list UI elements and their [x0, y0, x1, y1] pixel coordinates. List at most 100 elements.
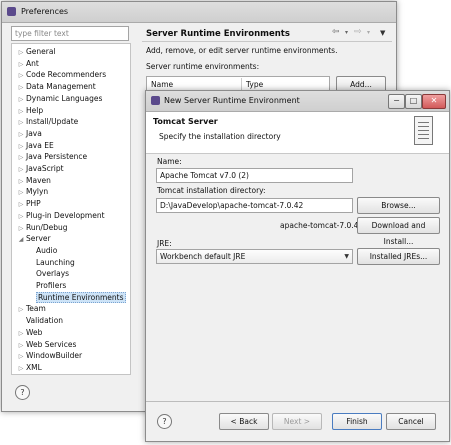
- tree-item-ant[interactable]: ▷ Ant: [16, 58, 39, 70]
- tree-item-data-management[interactable]: ▷ Data Management: [16, 81, 96, 93]
- tree-item-audio[interactable]: Audio: [36, 245, 57, 257]
- tree-item-web[interactable]: ▷ Web: [16, 327, 43, 339]
- tree-item-label: Plug-in Development: [26, 210, 105, 220]
- tree-item-label: Help: [26, 105, 44, 115]
- tree-item-label: Run/Debug: [26, 222, 68, 232]
- tree-item-label: JavaScript: [26, 164, 64, 173]
- tree-item-label: Mylyn: [26, 187, 49, 197]
- jre-label: JRE:: [157, 239, 172, 248]
- forward-nav-menu-icon[interactable]: ▾: [367, 27, 373, 38]
- tree-item-label: Java: [26, 128, 42, 138]
- tree-item-validation[interactable]: Validation: [16, 315, 63, 327]
- chevron-down-icon: ▼: [344, 253, 349, 260]
- column-header-type[interactable]: Type: [246, 80, 263, 89]
- install-dir-label: Tomcat installation directory:: [157, 186, 266, 195]
- install-dir-field[interactable]: D:\JavaDevelop\apache-tomcat-7.0.42: [156, 198, 353, 213]
- tree-item-plug-in-development[interactable]: ▷ Plug-in Development: [16, 210, 105, 222]
- tree-item-label: Java Persistence: [26, 152, 88, 162]
- tree-item-label: Java EE: [26, 140, 54, 150]
- back-button[interactable]: < Back: [219, 413, 269, 430]
- filter-placeholder: type filter text: [15, 29, 69, 38]
- tree-item-general[interactable]: ▷ General: [16, 46, 56, 58]
- install-dir-value: D:\JavaDevelop\apache-tomcat-7.0.42: [160, 201, 304, 210]
- tree-item-dynamic-languages[interactable]: ▷ Dynamic Languages: [16, 93, 103, 105]
- tree-item-label: XML: [26, 362, 42, 372]
- tree-item-overlays[interactable]: Overlays: [36, 268, 69, 280]
- wizard-header-title: Tomcat Server: [153, 117, 218, 126]
- dialog-app-icon: [151, 96, 160, 105]
- finish-button[interactable]: Finish: [332, 413, 382, 430]
- tree-item-windowbuilder[interactable]: ▷ WindowBuilder: [16, 350, 82, 362]
- name-field[interactable]: Apache Tomcat v7.0 (2): [156, 168, 353, 183]
- view-menu-icon[interactable]: ▼: [380, 27, 388, 38]
- page-title-divider: [142, 41, 392, 42]
- tree-item-maven[interactable]: ▷ Maven: [16, 175, 51, 187]
- close-button[interactable]: ✕: [422, 94, 446, 109]
- tree-item-run-debug[interactable]: ▷ Run/Debug: [16, 222, 68, 234]
- wizard-header-description: Specify the installation directory: [159, 132, 281, 141]
- tree-item-label: Web Services: [26, 339, 77, 349]
- back-nav-menu-icon[interactable]: ▾: [345, 27, 351, 38]
- maximize-button[interactable]: □: [405, 94, 422, 109]
- forward-nav-icon[interactable]: ⇨: [354, 27, 366, 38]
- tree-item-label: WindowBuilder: [26, 351, 83, 361]
- tree-item-label: Launching: [36, 257, 75, 267]
- tree-item-php[interactable]: ▷ PHP: [16, 198, 41, 210]
- jre-select-value: Workbench default JRE: [160, 252, 246, 261]
- next-button[interactable]: Next >: [272, 413, 322, 430]
- back-nav-icon[interactable]: ⇦: [332, 27, 344, 38]
- dialog-titlebar[interactable]: New Server Runtime Environment − □ ✕: [146, 91, 449, 112]
- name-field-value: Apache Tomcat v7.0 (2): [160, 171, 249, 180]
- preferences-title: Preferences: [21, 7, 69, 16]
- preferences-titlebar[interactable]: Preferences: [2, 2, 396, 23]
- tree-item-xml[interactable]: ▷ XML: [16, 362, 42, 374]
- dialog-help-icon[interactable]: ?: [157, 414, 172, 429]
- tree-item-mylyn[interactable]: ▷ Mylyn: [16, 186, 49, 198]
- tree-item-label: Web: [26, 327, 43, 337]
- cancel-button[interactable]: Cancel: [386, 413, 436, 430]
- tree-item-label: Data Management: [26, 82, 96, 92]
- tomcat-version-text: apache-tomcat-7.0.47: [280, 221, 364, 230]
- jre-select[interactable]: Workbench default JRE ▼: [156, 249, 353, 264]
- new-runtime-dialog: New Server Runtime Environment − □ ✕ Tom…: [145, 90, 450, 442]
- tree-item-label: Code Recommenders: [26, 70, 107, 80]
- expand-arrow-icon[interactable]: ▷: [16, 363, 26, 375]
- tree-item-label: PHP: [26, 199, 41, 209]
- column-divider: [241, 78, 242, 90]
- tree-item-label: Profilers: [36, 281, 67, 290]
- tree-item-server[interactable]: ◢ Server: [16, 233, 51, 245]
- page-title: Server Runtime Environments: [146, 29, 290, 39]
- dialog-footer-divider: [146, 401, 449, 402]
- tree-item-install-update[interactable]: ▷ Install/Update: [16, 116, 79, 128]
- tree-item-runtime-environments[interactable]: Runtime Environments: [36, 291, 126, 304]
- server-document-icon: [414, 116, 433, 145]
- tree-item-team[interactable]: ▷ Team: [16, 303, 46, 315]
- tree-item-java-persistence[interactable]: ▷ Java Persistence: [16, 151, 87, 163]
- tree-item-java[interactable]: ▷ Java: [16, 128, 42, 140]
- app-icon: [7, 7, 16, 16]
- minimize-button[interactable]: −: [388, 94, 405, 109]
- tree-item-label: Install/Update: [26, 117, 79, 127]
- browse-button[interactable]: Browse...: [357, 197, 440, 214]
- tree-item-label: General: [26, 47, 56, 56]
- tree-item-java-ee[interactable]: ▷ Java EE: [16, 140, 54, 152]
- tree-item-label: Dynamic Languages: [26, 93, 103, 103]
- download-install-button[interactable]: Download and Install...: [357, 217, 440, 246]
- tree-item-code-recommenders[interactable]: ▷ Code Recommenders: [16, 69, 106, 81]
- installed-jres-button[interactable]: Installed JREs...: [357, 248, 440, 265]
- help-icon[interactable]: ?: [15, 385, 30, 400]
- name-label: Name:: [157, 157, 182, 166]
- tree-item-profilers[interactable]: Profilers: [36, 280, 66, 292]
- tree-item-launching[interactable]: Launching: [36, 257, 75, 269]
- tree-item-javascript[interactable]: ▷ JavaScript: [16, 163, 64, 175]
- tree-item-label: Team: [26, 304, 46, 314]
- tree-item-label: Audio: [36, 245, 58, 255]
- preferences-tree: ▷ General ▷ Ant ▷ Code Recommenders ▷ Data Mana…: [11, 43, 131, 375]
- tree-item-web-services[interactable]: ▷ Web Services: [16, 339, 77, 351]
- tree-item-help[interactable]: ▷ Help: [16, 105, 43, 117]
- column-header-name[interactable]: Name: [151, 80, 173, 89]
- tree-item-label: Overlays: [36, 269, 70, 279]
- tree-item-label: Runtime Environments: [36, 291, 126, 303]
- filter-input[interactable]: type filter text: [11, 26, 129, 41]
- collapse-arrow-icon[interactable]: ◢: [16, 234, 26, 246]
